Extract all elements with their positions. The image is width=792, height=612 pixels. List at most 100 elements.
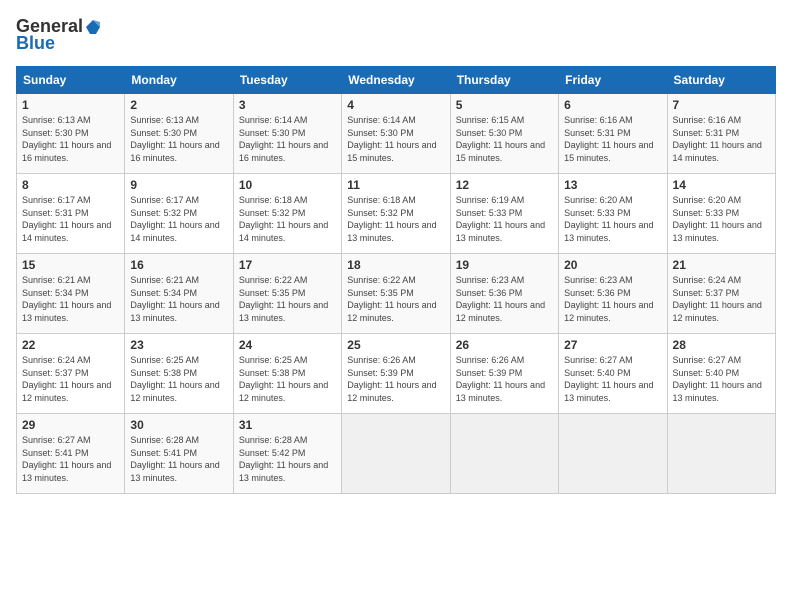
column-header-monday: Monday (125, 67, 233, 94)
day-detail: Sunrise: 6:25 AMSunset: 5:38 PMDaylight:… (130, 354, 227, 404)
calendar-cell: 5 Sunrise: 6:15 AMSunset: 5:30 PMDaylight… (450, 94, 558, 174)
day-number: 23 (130, 338, 227, 352)
calendar-cell: 30 Sunrise: 6:28 AMSunset: 5:41 PMDayligh… (125, 414, 233, 494)
column-header-tuesday: Tuesday (233, 67, 341, 94)
day-number: 12 (456, 178, 553, 192)
day-detail: Sunrise: 6:24 AMSunset: 5:37 PMDaylight:… (673, 274, 770, 324)
day-number: 4 (347, 98, 444, 112)
calendar-cell: 28 Sunrise: 6:27 AMSunset: 5:40 PMDayligh… (667, 334, 775, 414)
day-number: 13 (564, 178, 661, 192)
day-number: 19 (456, 258, 553, 272)
day-detail: Sunrise: 6:22 AMSunset: 5:35 PMDaylight:… (239, 274, 336, 324)
day-number: 9 (130, 178, 227, 192)
calendar-week-row: 22 Sunrise: 6:24 AMSunset: 5:37 PMDayligh… (17, 334, 776, 414)
day-detail: Sunrise: 6:25 AMSunset: 5:38 PMDaylight:… (239, 354, 336, 404)
calendar-cell: 15 Sunrise: 6:21 AMSunset: 5:34 PMDayligh… (17, 254, 125, 334)
day-detail: Sunrise: 6:27 AMSunset: 5:40 PMDaylight:… (564, 354, 661, 404)
column-header-friday: Friday (559, 67, 667, 94)
calendar-header-row: SundayMondayTuesdayWednesdayThursdayFrid… (17, 67, 776, 94)
day-number: 2 (130, 98, 227, 112)
day-detail: Sunrise: 6:28 AMSunset: 5:42 PMDaylight:… (239, 434, 336, 484)
day-detail: Sunrise: 6:28 AMSunset: 5:41 PMDaylight:… (130, 434, 227, 484)
calendar-cell: 17Sunrise: 6:22 AMSunset: 5:35 PMDayligh… (233, 254, 341, 334)
day-number: 10 (239, 178, 336, 192)
day-detail: Sunrise: 6:17 AMSunset: 5:31 PMDaylight:… (22, 194, 119, 244)
day-number: 30 (130, 418, 227, 432)
calendar-cell: 13 Sunrise: 6:20 AMSunset: 5:33 PMDayligh… (559, 174, 667, 254)
day-detail: Sunrise: 6:23 AMSunset: 5:36 PMDaylight:… (456, 274, 553, 324)
day-number: 6 (564, 98, 661, 112)
day-number: 5 (456, 98, 553, 112)
logo-blue: Blue (16, 33, 55, 54)
day-number: 28 (673, 338, 770, 352)
calendar-cell: 8 Sunrise: 6:17 AMSunset: 5:31 PMDaylight… (17, 174, 125, 254)
calendar-week-row: 8 Sunrise: 6:17 AMSunset: 5:31 PMDaylight… (17, 174, 776, 254)
calendar-cell: 1Sunrise: 6:13 AMSunset: 5:30 PMDaylight… (17, 94, 125, 174)
calendar-cell: 26 Sunrise: 6:26 AMSunset: 5:39 PMDayligh… (450, 334, 558, 414)
calendar-cell: 21 Sunrise: 6:24 AMSunset: 5:37 PMDayligh… (667, 254, 775, 334)
calendar-cell: 27Sunrise: 6:27 AMSunset: 5:40 PMDayligh… (559, 334, 667, 414)
day-number: 26 (456, 338, 553, 352)
calendar-week-row: 29 Sunrise: 6:27 AMSunset: 5:41 PMDayligh… (17, 414, 776, 494)
day-number: 15 (22, 258, 119, 272)
calendar-cell: 19 Sunrise: 6:23 AMSunset: 5:36 PMDayligh… (450, 254, 558, 334)
page-header: General Blue (16, 16, 776, 54)
day-detail: Sunrise: 6:22 AMSunset: 5:35 PMDaylight:… (347, 274, 444, 324)
calendar-cell (559, 414, 667, 494)
column-header-saturday: Saturday (667, 67, 775, 94)
logo-bird-icon (84, 18, 102, 36)
day-detail: Sunrise: 6:23 AMSunset: 5:36 PMDaylight:… (564, 274, 661, 324)
day-detail: Sunrise: 6:14 AMSunset: 5:30 PMDaylight:… (347, 114, 444, 164)
calendar-cell: 3Sunrise: 6:14 AMSunset: 5:30 PMDaylight… (233, 94, 341, 174)
calendar-table: SundayMondayTuesdayWednesdayThursdayFrid… (16, 66, 776, 494)
day-detail: Sunrise: 6:20 AMSunset: 5:33 PMDaylight:… (673, 194, 770, 244)
calendar-cell: 12Sunrise: 6:19 AMSunset: 5:33 PMDayligh… (450, 174, 558, 254)
calendar-cell: 2 Sunrise: 6:13 AMSunset: 5:30 PMDaylight… (125, 94, 233, 174)
column-header-wednesday: Wednesday (342, 67, 450, 94)
calendar-cell: 11Sunrise: 6:18 AMSunset: 5:32 PMDayligh… (342, 174, 450, 254)
day-number: 31 (239, 418, 336, 432)
day-detail: Sunrise: 6:13 AMSunset: 5:30 PMDaylight:… (22, 114, 119, 164)
day-number: 14 (673, 178, 770, 192)
day-detail: Sunrise: 6:16 AMSunset: 5:31 PMDaylight:… (673, 114, 770, 164)
calendar-cell: 16Sunrise: 6:21 AMSunset: 5:34 PMDayligh… (125, 254, 233, 334)
calendar-cell: 18 Sunrise: 6:22 AMSunset: 5:35 PMDayligh… (342, 254, 450, 334)
day-detail: Sunrise: 6:18 AMSunset: 5:32 PMDaylight:… (239, 194, 336, 244)
day-number: 22 (22, 338, 119, 352)
day-number: 25 (347, 338, 444, 352)
day-detail: Sunrise: 6:15 AMSunset: 5:30 PMDaylight:… (456, 114, 553, 164)
day-detail: Sunrise: 6:13 AMSunset: 5:30 PMDaylight:… (130, 114, 227, 164)
day-detail: Sunrise: 6:14 AMSunset: 5:30 PMDaylight:… (239, 114, 336, 164)
calendar-cell: 9 Sunrise: 6:17 AMSunset: 5:32 PMDaylight… (125, 174, 233, 254)
calendar-cell: 10 Sunrise: 6:18 AMSunset: 5:32 PMDayligh… (233, 174, 341, 254)
day-number: 29 (22, 418, 119, 432)
day-detail: Sunrise: 6:24 AMSunset: 5:37 PMDaylight:… (22, 354, 119, 404)
day-number: 18 (347, 258, 444, 272)
day-number: 24 (239, 338, 336, 352)
calendar-cell (342, 414, 450, 494)
day-detail: Sunrise: 6:21 AMSunset: 5:34 PMDaylight:… (22, 274, 119, 324)
calendar-cell: 31 Sunrise: 6:28 AMSunset: 5:42 PMDayligh… (233, 414, 341, 494)
day-detail: Sunrise: 6:16 AMSunset: 5:31 PMDaylight:… (564, 114, 661, 164)
calendar-cell: 4 Sunrise: 6:14 AMSunset: 5:30 PMDaylight… (342, 94, 450, 174)
calendar-cell: 22 Sunrise: 6:24 AMSunset: 5:37 PMDayligh… (17, 334, 125, 414)
day-detail: Sunrise: 6:20 AMSunset: 5:33 PMDaylight:… (564, 194, 661, 244)
calendar-week-row: 15 Sunrise: 6:21 AMSunset: 5:34 PMDayligh… (17, 254, 776, 334)
calendar-cell: 20 Sunrise: 6:23 AMSunset: 5:36 PMDayligh… (559, 254, 667, 334)
calendar-cell (667, 414, 775, 494)
calendar-cell: 7Sunrise: 6:16 AMSunset: 5:31 PMDaylight… (667, 94, 775, 174)
day-number: 11 (347, 178, 444, 192)
column-header-thursday: Thursday (450, 67, 558, 94)
day-number: 8 (22, 178, 119, 192)
day-detail: Sunrise: 6:17 AMSunset: 5:32 PMDaylight:… (130, 194, 227, 244)
calendar-cell: 6 Sunrise: 6:16 AMSunset: 5:31 PMDaylight… (559, 94, 667, 174)
logo: General Blue (16, 16, 103, 54)
day-detail: Sunrise: 6:27 AMSunset: 5:40 PMDaylight:… (673, 354, 770, 404)
calendar-cell: 25Sunrise: 6:26 AMSunset: 5:39 PMDayligh… (342, 334, 450, 414)
calendar-cell: 24 Sunrise: 6:25 AMSunset: 5:38 PMDayligh… (233, 334, 341, 414)
day-detail: Sunrise: 6:27 AMSunset: 5:41 PMDaylight:… (22, 434, 119, 484)
day-number: 21 (673, 258, 770, 272)
calendar-cell: 29 Sunrise: 6:27 AMSunset: 5:41 PMDayligh… (17, 414, 125, 494)
day-number: 20 (564, 258, 661, 272)
day-detail: Sunrise: 6:26 AMSunset: 5:39 PMDaylight:… (456, 354, 553, 404)
